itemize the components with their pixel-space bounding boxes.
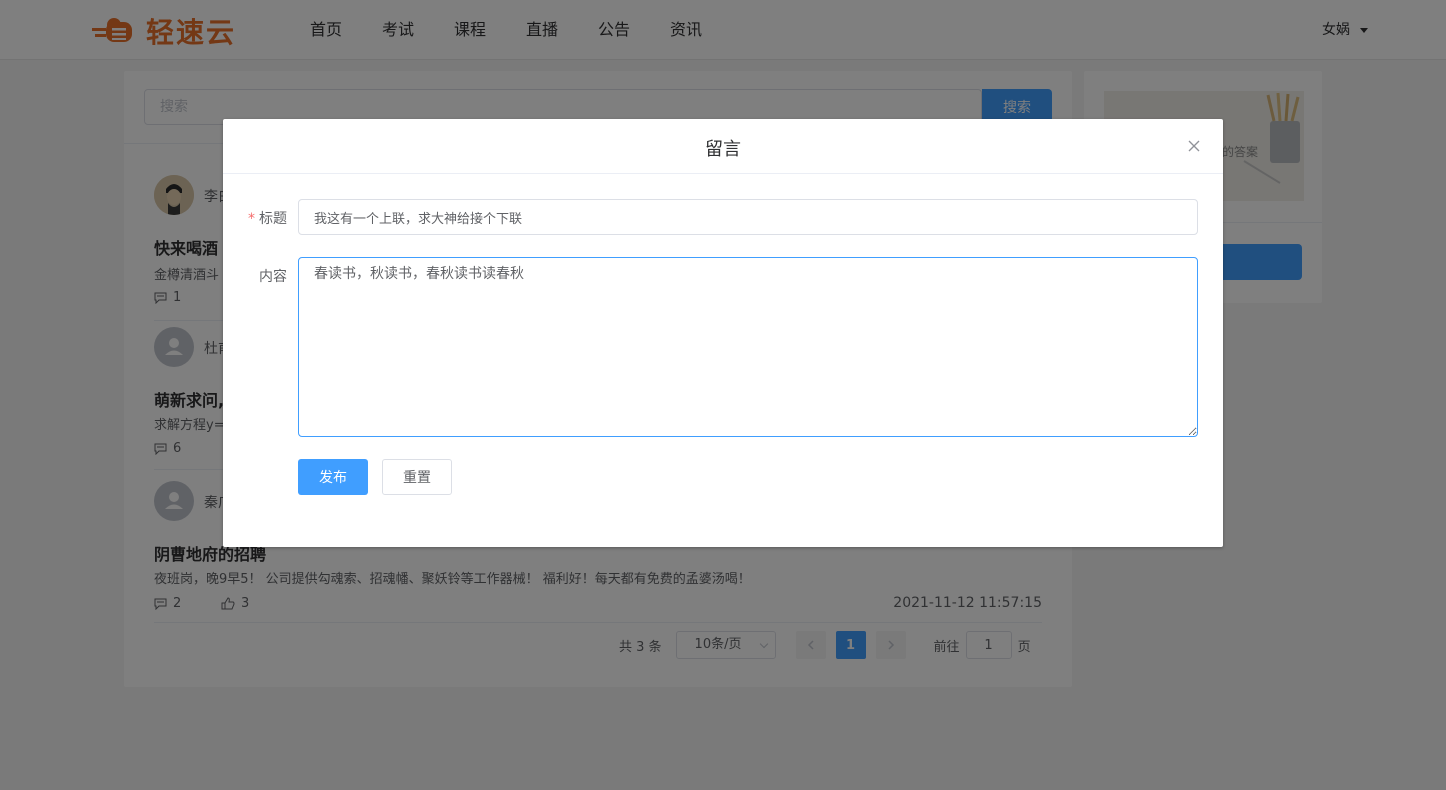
- content-textarea[interactable]: 春读书，秋读书，春秋读书读春秋: [298, 257, 1198, 437]
- title-input[interactable]: [298, 199, 1198, 235]
- content-label: 内容: [259, 269, 287, 285]
- required-mark: *: [248, 211, 255, 227]
- reset-button[interactable]: 重置: [382, 459, 452, 495]
- title-label: * 标题: [223, 208, 287, 228]
- publish-button[interactable]: 发布: [298, 459, 368, 495]
- title-label-text: 标题: [259, 211, 287, 227]
- message-dialog: 留言 *标题 内容 春读书，秋读书，春秋读书读春秋 发布 重置: [223, 119, 1223, 547]
- close-icon[interactable]: [1187, 139, 1201, 153]
- dialog-header: 留言: [223, 119, 1223, 174]
- dialog-title: 留言: [705, 139, 741, 160]
